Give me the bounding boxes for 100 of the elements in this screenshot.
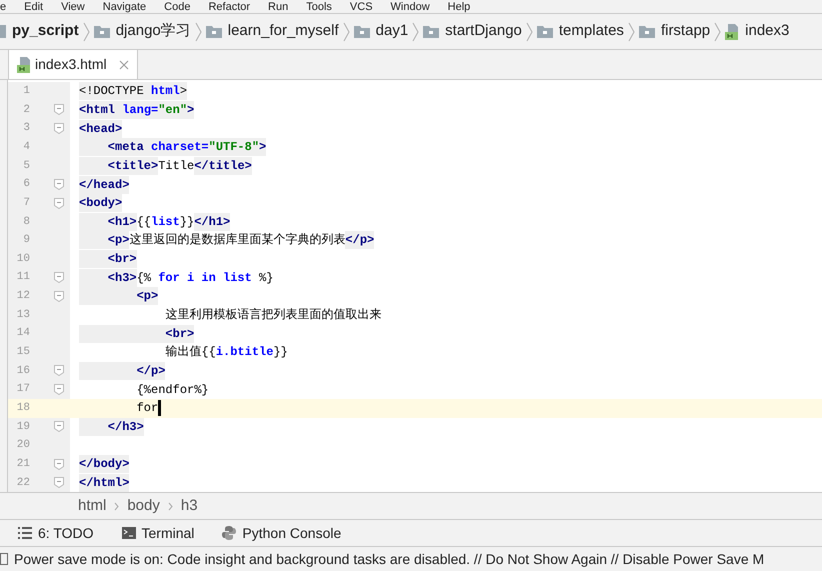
code-token: }} [180,214,194,231]
folder-icon [206,25,222,38]
line-number: 13 [16,308,30,323]
line-number: 11 [16,270,30,286]
code-token: {{ [136,214,152,231]
line-number: 7 [22,196,30,211]
line-number: 10 [16,252,30,267]
tool-window-button[interactable]: Python Console [222,522,342,544]
code-token: {%endfor%} [136,382,209,399]
fold-icon[interactable] [54,104,64,116]
fold-icon[interactable] [54,290,64,302]
menu-item[interactable]: Navigate [102,1,146,13]
code-token: </p> [79,362,166,380]
editor-tab[interactable]: index3.html [8,50,138,79]
breadcrumb-item[interactable]: h3 [180,494,198,518]
path-segment[interactable]: index3 [745,20,790,43]
fold-icon[interactable] [54,477,64,488]
code-token: for [136,400,158,418]
code-token: "en" [158,100,188,119]
breadcrumb-item[interactable]: html [78,494,106,518]
code-token: <br> [79,250,137,268]
code-token: </html> [79,474,130,492]
code-token: html [151,82,180,100]
menu-item[interactable]: View [61,1,85,13]
path-segment[interactable]: day1 [376,20,408,43]
menu-item[interactable]: Code [164,1,190,13]
code-token: <!DOCTYPE [79,82,152,100]
path-segment[interactable]: py_script [12,20,79,43]
code-token: i.btitle [216,344,274,362]
code-token: <head> [79,120,122,138]
line-number: 22 [16,476,30,491]
line-number: 6 [22,177,30,192]
code-token: </title> [194,156,252,175]
path-segment[interactable]: learn_for_myself [228,20,339,43]
code-token: <meta [79,138,152,156]
python-icon [222,526,236,540]
code-token: </p> [345,231,374,250]
line-number: 8 [22,214,30,230]
folder-icon [423,25,440,38]
menu-item[interactable]: Run [268,1,288,13]
fold-icon[interactable] [54,421,64,432]
line-number: 3 [22,121,30,136]
menu-item[interactable]: Help [448,1,470,13]
status-icon [0,553,8,565]
status-message: Power save mode is on: Code insight and background tasks are disabled. // Do Not Show Again // Disable Power Save M [14,550,764,569]
folder-icon [354,25,370,38]
code-token: > [187,100,194,119]
fold-icon[interactable] [54,384,64,396]
folder-icon [536,25,553,38]
fold-icon[interactable] [54,123,64,134]
path-segment[interactable]: templates [558,20,624,43]
line-number: 16 [16,364,30,379]
code-token: <h1> [79,212,137,231]
line-number: 18 [16,400,30,416]
code-token: lang= [122,100,158,119]
text-cursor [158,400,162,416]
chevron-icon [714,22,722,42]
line-number: 4 [22,140,30,155]
chevron-icon [342,22,350,42]
menu-item[interactable]: Refactor [208,1,250,13]
code-token: Title [158,158,194,175]
chevron-icon [114,502,120,510]
line-number: 14 [16,326,30,342]
code-token: </h3> [79,418,144,436]
fold-icon[interactable] [54,458,64,470]
menu-item[interactable]: Tools [306,1,332,13]
chevron-icon [526,22,533,42]
chevron-icon [412,22,420,42]
menu-item[interactable]: Window [390,1,430,13]
code-token: 这里返回的是数据库里面某个字典的列表 [129,232,346,250]
code-token: }} [273,344,288,362]
code-token: for i in list [158,270,252,287]
path-segment[interactable]: django学习 [116,20,191,43]
menu-item[interactable]: Edit [24,1,44,13]
path-segment[interactable]: firstapp [660,20,710,43]
tool-window-button[interactable]: Terminal [122,522,194,544]
code-token: 这里利用模板语言把列表里面的值取出来 [164,307,382,324]
fold-icon[interactable] [54,198,64,209]
menu-item[interactable]: e [0,1,6,13]
html-file-icon [17,56,31,72]
list-icon [18,527,32,539]
code-token: "UTF-8" [208,138,260,156]
code-token: <br> [79,324,194,343]
close-icon[interactable] [118,60,129,70]
code-token: 输出值{{ [164,344,216,362]
code-token: > [259,138,266,156]
menu-item[interactable]: VCS [350,1,373,13]
code-token: {% [136,270,152,287]
code-token: </h1> [194,212,230,231]
breadcrumb-item[interactable]: body [127,494,160,518]
code-token: </body> [79,455,130,474]
chevron-icon [628,22,635,42]
fold-icon[interactable] [54,272,64,284]
chevron-icon [168,502,173,510]
fold-icon[interactable] [54,179,64,190]
code-token: charset= [151,138,209,156]
tool-window-button[interactable]: 6: TODO [18,522,94,544]
terminal-icon [122,527,136,539]
path-segment[interactable]: startDjango [445,20,522,43]
fold-icon[interactable] [54,365,64,376]
